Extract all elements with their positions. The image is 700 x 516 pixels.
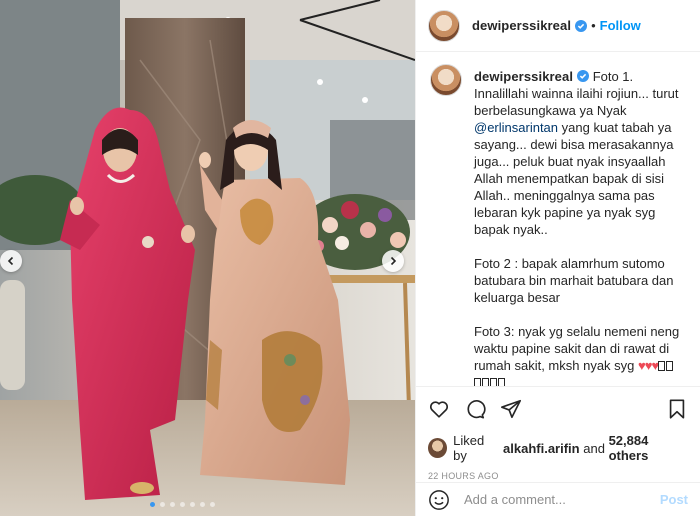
bookmark-icon[interactable] [666,398,688,420]
action-bar: Liked by alkahfi.arifin and 52,884 other… [416,386,700,481]
likes-prefix: Liked by [453,433,485,463]
carousel-dot [210,502,215,507]
missing-glyph-icon [490,378,497,386]
post-timestamp[interactable]: 22 HOURS AGO [428,471,688,481]
comment-icon[interactable] [464,398,486,420]
heart-icon[interactable] [428,398,450,420]
caption-paragraph-3: Foto 3: nyak yg selalu nemeni neng waktu… [474,323,686,386]
missing-glyph-icon [658,361,666,371]
post-panel: dewiperssikreal • Follow dewiperssikreal… [415,0,700,516]
share-icon[interactable] [500,398,522,420]
missing-glyph-icon [666,361,674,371]
carousel-dot [200,502,205,507]
carousel-dot [160,502,165,507]
carousel-dot [150,502,155,507]
caption-row: dewiperssikreal Foto 1. Innalillahi wain… [430,64,686,386]
carousel-dot [170,502,175,507]
caption-continued: yang kuat tabah ya sayang... dewi bisa m… [474,120,674,237]
carousel-indicator [150,502,215,507]
add-comment-bar: Post [416,482,700,516]
action-icons [428,395,688,423]
caption-avatar[interactable] [430,64,462,96]
chevron-left-icon [7,256,14,266]
username-link[interactable]: dewiperssikreal [472,18,571,33]
likes-connector: and [583,440,605,456]
post-header: dewiperssikreal • Follow [416,0,700,52]
post-photo[interactable] [0,0,415,516]
carousel-dot [180,502,185,507]
post-comment-button[interactable]: Post [660,492,688,507]
likes-summary: Liked by alkahfi.arifin and 52,884 other… [428,433,688,463]
follow-button[interactable]: Follow [600,18,641,33]
verified-icon [575,19,588,32]
hearts-emoji: ♥♥♥ [638,358,659,373]
comment-input[interactable] [464,492,644,507]
liker-link[interactable]: alkahfi.arifin [503,441,580,456]
caption-section: dewiperssikreal Foto 1. Innalillahi wain… [416,52,700,386]
carousel-next-button[interactable] [382,250,404,272]
mention-link[interactable]: @erlinsarintan [474,120,558,135]
caption-username[interactable]: dewiperssikreal [474,69,573,84]
others-link[interactable]: 52,884 others [609,433,688,463]
separator: • [591,18,596,33]
carousel-prev-button[interactable] [0,250,22,272]
liker-avatar[interactable] [428,438,448,458]
missing-glyph-icon [498,378,505,386]
emoji-icon[interactable] [428,489,450,511]
caption-text: dewiperssikreal Foto 1. Innalillahi wain… [474,68,686,386]
photo-scene [0,0,415,516]
missing-glyph-icon [474,378,481,386]
verified-icon [577,70,590,82]
missing-glyph-icon [482,378,489,386]
caption-paragraph-2: Foto 2 : bapak alamrhum sutomo batubara … [474,256,674,305]
chevron-right-icon [390,256,397,266]
avatar[interactable] [428,9,460,42]
carousel-dot [190,502,195,507]
